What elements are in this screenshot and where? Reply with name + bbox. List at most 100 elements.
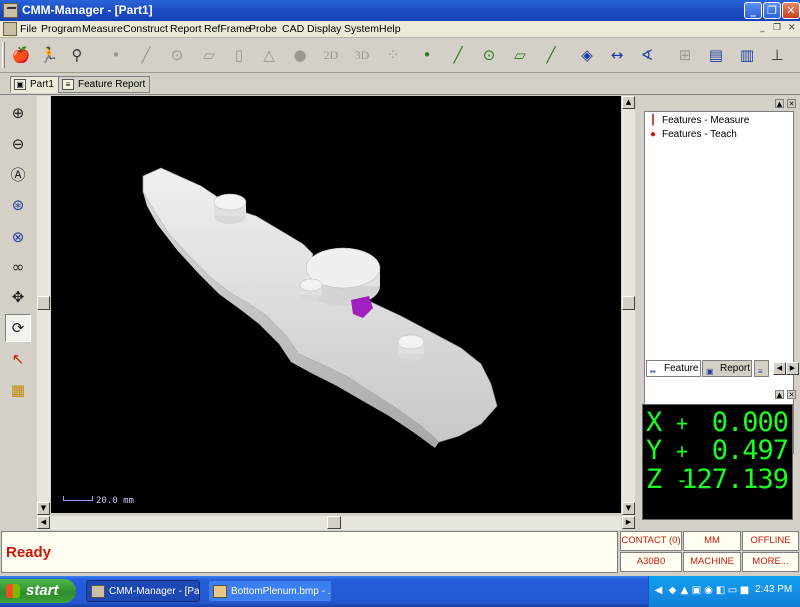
tab-part1[interactable]: ▣ Part1 [10, 76, 59, 93]
plane-icon[interactable]: ▱ [196, 41, 222, 69]
warning-icon[interactable]: ▲ [679, 585, 690, 597]
highlight-icon[interactable]: ▦ [5, 376, 31, 404]
network-icon[interactable]: ▣ [691, 585, 702, 597]
menu-system[interactable]: System [344, 23, 379, 35]
menu-measure[interactable]: Measure [82, 23, 123, 35]
start-button[interactable]: start [0, 579, 76, 603]
joystick-icon[interactable]: ⊥ [764, 41, 790, 69]
close-button[interactable]: ✕ [782, 2, 800, 19]
mdi-minimize-button[interactable]: _ [760, 23, 765, 33]
scroll-down-button[interactable]: ▼ [622, 502, 635, 515]
zoom-out-icon[interactable]: ⊖ [5, 130, 31, 158]
probe-icon[interactable]: ⚲ [64, 41, 90, 69]
cone-icon[interactable]: △ [256, 41, 282, 69]
2d-icon[interactable]: 2D [318, 41, 344, 69]
menu-cad[interactable]: CAD [282, 23, 304, 35]
circle-icon[interactable]: ⊙ [164, 41, 190, 69]
task-cmm-manager[interactable]: CMM-Manager - [Part1] [86, 580, 200, 602]
cloud-icon[interactable]: ⁘ [380, 41, 406, 69]
zoom-window-icon[interactable]: ⊛ [5, 191, 31, 219]
menu-report[interactable]: Report [170, 23, 202, 35]
tolerance-icon[interactable]: ◈ [574, 41, 600, 69]
vertical-scrollbar-thumb[interactable] [622, 296, 635, 310]
part-model[interactable] [51, 96, 621, 513]
pan-icon[interactable]: ✥ [5, 283, 31, 311]
feature-tree[interactable]: ┃ Features - Measure ● Features - Teach [644, 111, 794, 454]
left-scrollbar-thumb[interactable] [37, 296, 50, 310]
construct-circle-icon[interactable]: ⊙ [476, 41, 502, 69]
view-glasses-icon[interactable]: ∞ [5, 253, 31, 281]
monitor-icon[interactable]: ▭ [727, 585, 738, 597]
dro-minimize-button[interactable]: ▲ [775, 390, 784, 399]
shield-icon[interactable]: ◆ [667, 585, 678, 597]
speaker-icon[interactable]: ◧ [715, 585, 726, 597]
boss-mid-top[interactable] [299, 278, 323, 292]
angle-icon[interactable]: ∢ [634, 41, 660, 69]
mdi-close-button[interactable]: ✕ [788, 23, 796, 33]
rotate-icon[interactable]: ⟳ [5, 314, 31, 342]
scroll-right-button[interactable]: ▶ [622, 516, 635, 529]
align-icon[interactable]: ⊞ [672, 41, 698, 69]
report-view-icon[interactable]: ▤ [703, 41, 729, 69]
app-icon[interactable] [3, 3, 18, 18]
cad-viewport[interactable]: 20.0 mm [51, 96, 621, 513]
tree-item-features-teach[interactable]: ● Features - Teach [648, 129, 737, 143]
line-icon[interactable]: ╱ [133, 41, 159, 69]
zoom-fit-icon[interactable]: ⊗ [5, 223, 31, 251]
restore-button[interactable]: ❐ [763, 2, 781, 19]
scroll-left-button[interactable]: ◀ [37, 516, 50, 529]
point-icon[interactable]: • [103, 41, 129, 69]
viewport-vertical-scrollbar[interactable]: ▲ ▼ [622, 96, 635, 516]
clock[interactable]: 2:43 PM [755, 584, 792, 595]
tab-scroll-right-button[interactable]: ▶ [786, 362, 799, 375]
scroll-down-button[interactable]: ▼ [37, 502, 50, 515]
left-scrollbar[interactable]: ▼ [37, 96, 50, 516]
boss-left-top[interactable] [213, 193, 247, 211]
distance-icon[interactable]: ↔ [604, 41, 630, 69]
tab-feature-report[interactable]: ≡ Feature Report [58, 76, 151, 93]
menu-refframe[interactable]: RefFrame [204, 23, 251, 35]
antivirus-icon[interactable]: ■ [739, 585, 750, 597]
construct-plane-icon[interactable]: ▱ [507, 41, 533, 69]
document-icon[interactable] [3, 22, 17, 36]
boss-right-top[interactable] [397, 334, 425, 350]
status-machine[interactable]: MACHINE [683, 552, 741, 572]
construct-point-icon[interactable]: • [414, 41, 440, 69]
status-offline[interactable]: OFFLINE [742, 531, 799, 551]
menu-file[interactable]: File [20, 23, 37, 35]
tab-more[interactable]: ≡ [754, 360, 769, 377]
task-bottomplenum[interactable]: BottomPlenum.bmp - ... [208, 580, 332, 602]
chart-icon[interactable]: ▥ [734, 41, 760, 69]
panel-close-button[interactable]: ✕ [787, 99, 796, 108]
construct-edge-icon[interactable]: ╱ [538, 41, 564, 69]
status-probe-angle[interactable]: A30B0 [620, 552, 682, 572]
cylinder-icon[interactable]: ▯ [226, 41, 252, 69]
run-icon[interactable]: 🏃 [36, 41, 62, 69]
select-icon[interactable]: ↖ [5, 345, 31, 373]
status-more[interactable]: MORE... [742, 552, 799, 572]
viewport-horizontal-scrollbar[interactable]: ◀ ▶ [37, 516, 635, 530]
menu-program[interactable]: Program [41, 23, 81, 35]
3d-icon[interactable]: 3D [349, 41, 375, 69]
bracket-body[interactable] [142, 167, 498, 443]
panel-minimize-button[interactable]: ▲ [775, 99, 784, 108]
tab-report[interactable]: ▣ Report [702, 360, 752, 377]
back-arrow-icon[interactable]: ◀ [653, 585, 664, 597]
sphere-icon[interactable]: ● [287, 41, 313, 69]
menu-display[interactable]: Display [307, 23, 341, 35]
horizontal-scrollbar-thumb[interactable] [327, 516, 341, 529]
toolbar-grip[interactable] [2, 42, 5, 68]
tree-item-features-measure[interactable]: ┃ Features - Measure [648, 115, 749, 129]
tab-feature[interactable]: ▪▪ Feature [646, 360, 701, 377]
title-bar[interactable]: CMM-Manager - [Part1] _ ❐ ✕ [0, 0, 800, 21]
minimize-button[interactable]: _ [744, 2, 762, 19]
status-units[interactable]: MM [683, 531, 741, 551]
teach-icon[interactable]: 🍎 [8, 41, 34, 69]
status-contact[interactable]: CONTACT (0) [620, 531, 682, 551]
menu-probe[interactable]: Probe [249, 23, 277, 35]
scroll-up-button[interactable]: ▲ [622, 96, 635, 109]
menu-construct[interactable]: Construct [123, 23, 168, 35]
dro-close-button[interactable]: ✕ [787, 390, 796, 399]
mdi-restore-button[interactable]: ❐ [773, 23, 781, 33]
construct-line-icon[interactable]: ╱ [445, 41, 471, 69]
